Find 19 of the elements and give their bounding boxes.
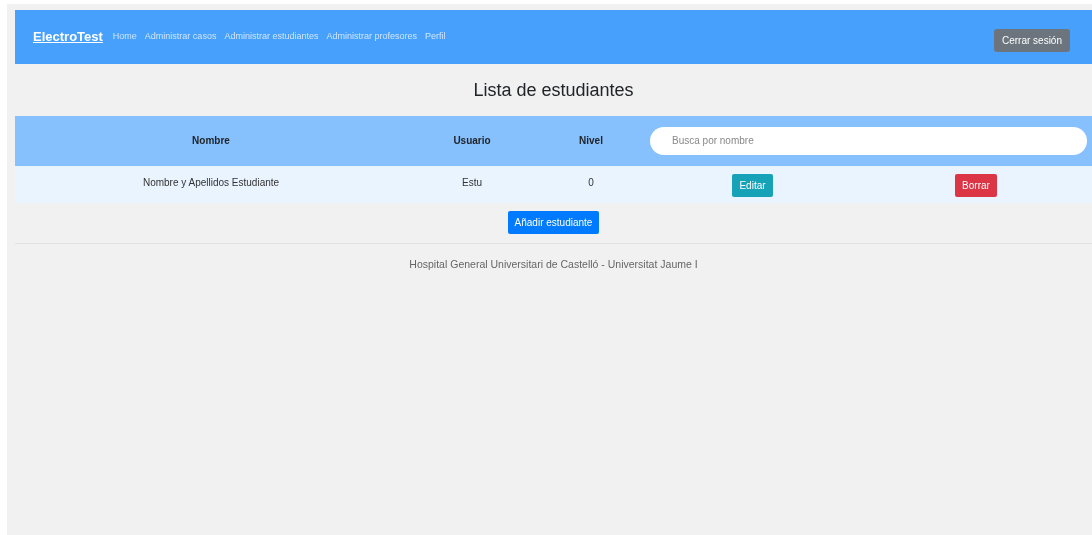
edit-button[interactable]: Editar — [732, 173, 773, 197]
search-field[interactable]: Busca por nombre — [650, 126, 1087, 155]
column-header: Usuario — [407, 115, 537, 166]
table-cell: Nombre y Apellidos Estudiante — [15, 165, 407, 203]
nav-link[interactable]: Perfil — [425, 30, 446, 44]
nav-link[interactable]: Home — [112, 30, 137, 44]
logout-button[interactable]: Cerrar sesión — [993, 28, 1070, 52]
add-student-button[interactable]: Añadir estudiante — [507, 210, 600, 234]
footer-text: Hospital General Universitari de Castelló - Universitat Jaume I — [408, 256, 699, 272]
table-cell: 0 — [537, 165, 645, 203]
column-header: Nombre — [15, 115, 407, 166]
nav-link[interactable]: Administrar profesores — [326, 30, 417, 44]
table-cell: Estu — [407, 165, 537, 203]
nav-link[interactable]: Administrar casos — [144, 30, 217, 44]
brand-link[interactable]: ElectroTest — [33, 27, 103, 47]
nav-link[interactable]: Administrar estudiantes — [224, 30, 319, 44]
page-title: Lista de estudiantes — [472, 79, 635, 102]
delete-button[interactable]: Borrar — [955, 173, 997, 197]
column-header: Nivel — [537, 115, 645, 166]
